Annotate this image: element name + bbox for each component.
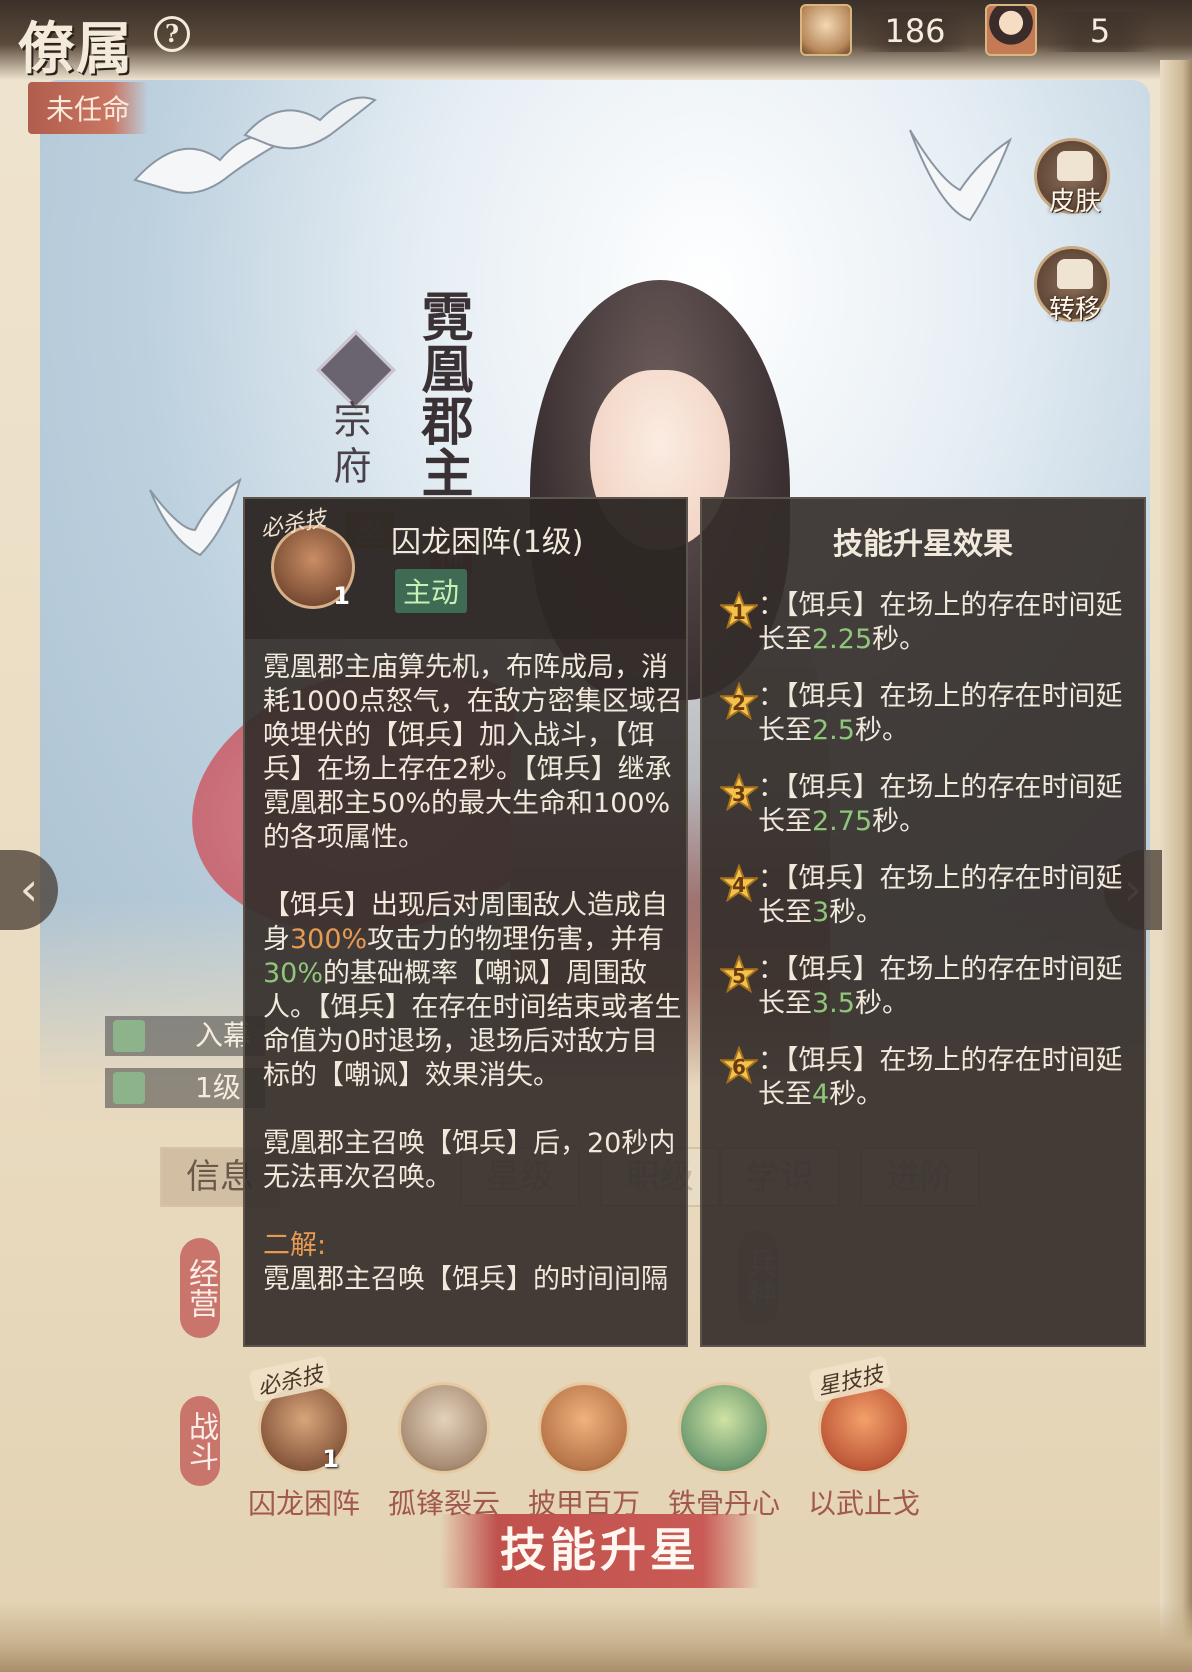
page-title: 僚属 bbox=[18, 16, 134, 82]
star-effects-tooltip: 技能升星效果 1 ：【饵兵】在场上的存在时间延长至2.25秒。 2 ：【饵兵】在场上的… bbox=[700, 497, 1146, 1347]
star-icon: 5 bbox=[718, 954, 760, 994]
star-icon: 3 bbox=[718, 772, 760, 812]
tooltip-header: 必杀技 1 囚龙困阵(1级) 主动 bbox=[245, 499, 686, 639]
star-effect-text: ：【饵兵】在场上的存在时间延长至2.5秒。 bbox=[758, 681, 1123, 746]
spear-formation-icon: 必杀技 1 bbox=[248, 1355, 350, 1474]
currency-heroes[interactable]: 5 bbox=[985, 4, 1155, 60]
info-strip-label: 1级 bbox=[195, 1071, 241, 1104]
hero-portrait-icon bbox=[985, 4, 1037, 56]
locked-chest-icon bbox=[398, 1382, 490, 1474]
book-edge-bottom bbox=[0, 1602, 1192, 1672]
skill-desc-para: 霓凰郡主召唤【饵兵】后，20秒内无法再次召唤。 bbox=[263, 1128, 676, 1193]
star-effect-text: ：【饵兵】在场上的存在时间延长至3秒。 bbox=[758, 863, 1123, 928]
ultimate-badge: 必杀技 bbox=[248, 1355, 332, 1403]
skin-button-label: 皮肤 bbox=[1048, 187, 1101, 217]
currency-value: 5 bbox=[1045, 12, 1155, 52]
spear-formation-icon: 必杀技 1 bbox=[259, 506, 355, 610]
star-effect-item: 2 ：【饵兵】在场上的存在时间延长至2.5秒。 bbox=[718, 680, 1140, 748]
info-strip-appointment: 入幕 bbox=[105, 1016, 265, 1056]
section-manage-seal: 经营 bbox=[180, 1238, 220, 1338]
people-transfer-icon bbox=[1057, 259, 1093, 289]
info-strip-level: 1级 bbox=[105, 1068, 265, 1108]
skill-level: 1 bbox=[333, 582, 350, 610]
faction-label: 宗府 bbox=[327, 400, 371, 492]
jade-icon bbox=[113, 1020, 145, 1052]
skill-upgrade-star-button[interactable]: 技能升星 bbox=[440, 1514, 760, 1588]
help-icon[interactable]: ? bbox=[154, 16, 190, 52]
star-effect-text: ：【饵兵】在场上的存在时间延长至2.75秒。 bbox=[758, 772, 1123, 837]
skill-slot-2[interactable]: 孤锋裂云 bbox=[374, 1382, 514, 1522]
skill-slot-5[interactable]: 星技技 以武止戈 bbox=[794, 1355, 934, 1522]
skill-type-badge: 主动 bbox=[395, 569, 468, 613]
star-skill-badge: 星技技 bbox=[808, 1355, 892, 1403]
skill-name: 以武止戈 bbox=[807, 1487, 920, 1520]
currency-scrolls[interactable]: 186 bbox=[800, 4, 980, 60]
star-effect-text: ：【饵兵】在场上的存在时间延长至3.5秒。 bbox=[758, 954, 1123, 1019]
hero-name: 霓凰郡主 bbox=[412, 290, 473, 498]
scroll-portrait-icon bbox=[800, 4, 852, 56]
skill-slot-1[interactable]: 必杀技 1 囚龙困阵 bbox=[234, 1355, 374, 1522]
section-battle-seal: 战斗 bbox=[180, 1396, 220, 1486]
skill-name: 囚龙困阵 bbox=[247, 1487, 360, 1520]
fire-chest-icon bbox=[538, 1382, 630, 1474]
faction-emblem-icon bbox=[316, 330, 396, 410]
transfer-button[interactable]: 转移 bbox=[1034, 246, 1110, 325]
book-edge bbox=[1160, 60, 1192, 1660]
star-icon: 1 bbox=[718, 590, 760, 630]
skill-desc-para: 霓凰郡主庙算先机，布阵成局，消耗1000点怒气，在敌方密集区域召唤埋伏的【饵兵】… bbox=[263, 652, 683, 853]
star-icon: 2 bbox=[718, 681, 760, 721]
status-badge: 未任命 bbox=[28, 82, 149, 134]
star-icon: 6 bbox=[718, 1045, 760, 1085]
star-effect-text: ：【饵兵】在场上的存在时间延长至2.25秒。 bbox=[758, 590, 1123, 655]
green-chest-icon bbox=[678, 1382, 770, 1474]
crane-decoration bbox=[240, 90, 380, 160]
currency-value: 186 bbox=[860, 12, 970, 52]
robe-icon bbox=[1057, 151, 1093, 181]
book-page: 僚属 ? 186 5 宗府 举 霓凰郡主 稀 未任 bbox=[0, 0, 1192, 1672]
unlock-text: 霓凰郡主召唤【饵兵】的时间间隔 bbox=[263, 1264, 668, 1295]
star-effect-item: 6 ：【饵兵】在场上的存在时间延长至4秒。 bbox=[718, 1044, 1140, 1112]
star-effect-item: 3 ：【饵兵】在场上的存在时间延长至2.75秒。 bbox=[718, 771, 1140, 839]
skin-button[interactable]: 皮肤 bbox=[1034, 138, 1110, 217]
unlock-title: 二解: bbox=[263, 1230, 327, 1261]
star-effects-title: 技能升星效果 bbox=[833, 527, 1013, 562]
crane-decoration bbox=[900, 120, 1020, 230]
skill-slot-4[interactable]: 铁骨丹心 bbox=[654, 1382, 794, 1522]
book-icon bbox=[113, 1072, 145, 1104]
skill-slot-3[interactable]: 披甲百万 bbox=[514, 1382, 654, 1522]
burning-chest-icon: 星技技 bbox=[808, 1355, 910, 1474]
transfer-button-label: 转移 bbox=[1048, 295, 1101, 325]
star-effect-item: 1 ：【饵兵】在场上的存在时间延长至2.25秒。 bbox=[718, 589, 1140, 657]
skill-detail-tooltip: 必杀技 1 囚龙困阵(1级) 主动 霓凰郡主庙算先机，布阵成局，消耗1000点怒… bbox=[243, 497, 688, 1347]
skill-desc-para: 【饵兵】出现后对周围敌人造成自身300%攻击力的物理伤害，并有30%的基础概率【… bbox=[263, 890, 682, 1091]
star-icon: 4 bbox=[718, 863, 760, 903]
skill-level: 1 bbox=[322, 1445, 339, 1473]
crane-decoration bbox=[140, 470, 250, 560]
star-effect-item: 4 ：【饵兵】在场上的存在时间延长至3秒。 bbox=[718, 862, 1140, 930]
skill-title: 囚龙困阵(1级) bbox=[391, 525, 584, 560]
ultimate-badge: 必杀技 bbox=[258, 506, 329, 543]
skill-description: 霓凰郡主庙算先机，布阵成局，消耗1000点怒气，在敌方密集区域召唤埋伏的【饵兵】… bbox=[263, 651, 683, 1331]
star-effect-text: ：【饵兵】在场上的存在时间延长至4秒。 bbox=[758, 1045, 1123, 1110]
star-effect-item: 5 ：【饵兵】在场上的存在时间延长至3.5秒。 bbox=[718, 953, 1140, 1021]
